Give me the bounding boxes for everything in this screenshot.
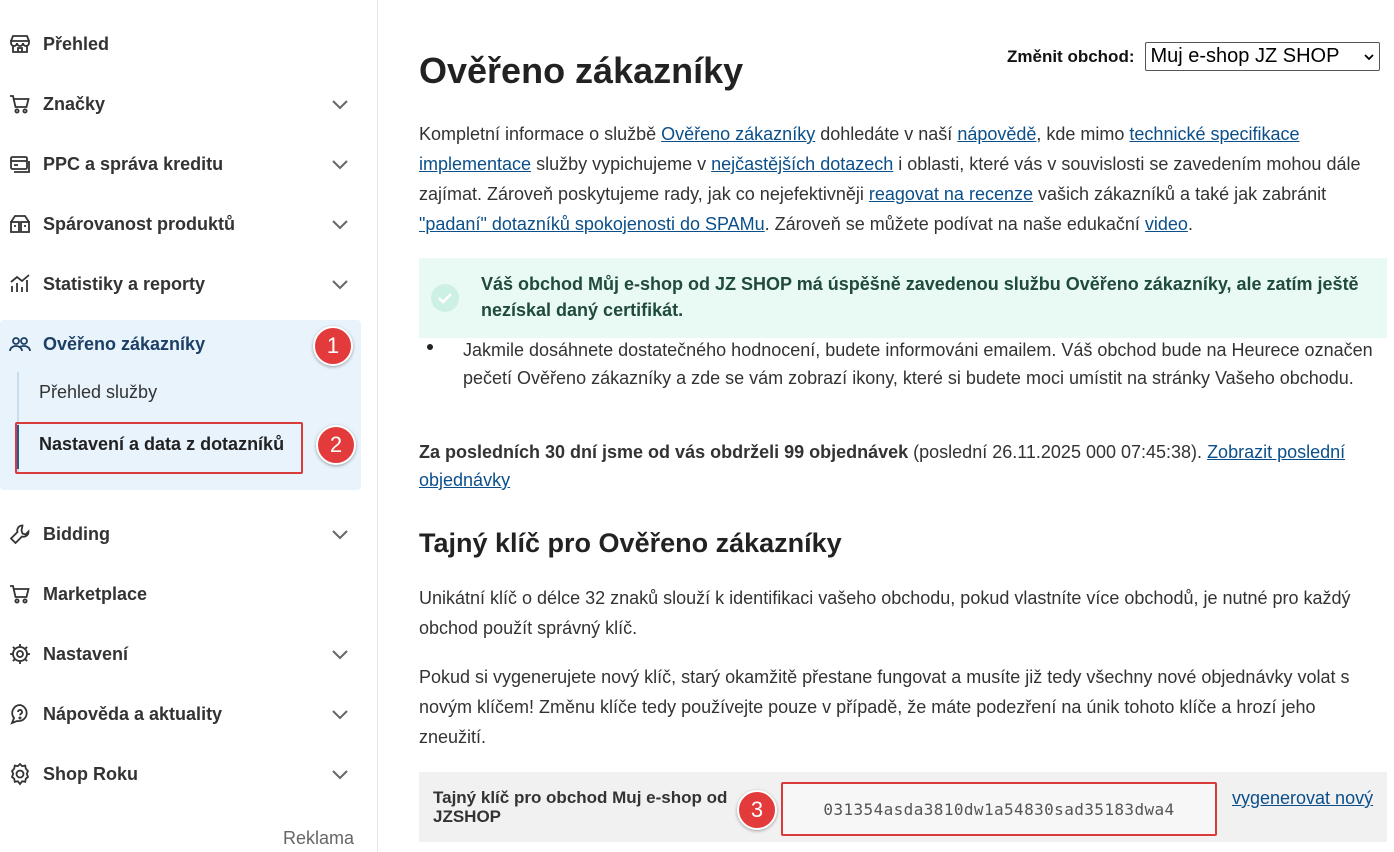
intro-text: . Zároveň se můžete podívat na naše eduk… xyxy=(764,214,1145,234)
sidebar-item-bidding[interactable]: Bidding xyxy=(0,504,362,564)
secret-key-row: Tajný klíč pro obchod Muj e-shop od JZSH… xyxy=(419,772,1387,842)
sidebar-item-overeno[interactable]: Ověřeno zákazníky xyxy=(0,314,362,374)
sidebar-item-label: Značky xyxy=(43,93,106,114)
intro-text: dohledáte v naší xyxy=(815,124,958,144)
intro-text: . xyxy=(1187,214,1193,234)
info-bullet-text: Jakmile dosáhnete dostatečného hodnocení… xyxy=(463,340,1373,388)
intro-text: služby vypichujeme v xyxy=(531,154,712,174)
sidebar-item-shop-roku[interactable]: Shop Roku xyxy=(0,744,362,804)
sidebar-item-znacky[interactable]: Značky xyxy=(0,74,362,134)
success-alert: Váš obchod Můj e-shop od JZ SHOP má úspě… xyxy=(419,258,1387,338)
link-nejcastejsi-dotazy[interactable]: nejčastějších dotazech xyxy=(711,154,893,174)
chevron-down-icon xyxy=(332,160,348,170)
sidebar-item-sparovanost[interactable]: Spárovanost produktů xyxy=(0,194,362,254)
sidebar: Přehled Značky PPC a správa kreditu Spár… xyxy=(0,0,378,852)
award-icon xyxy=(10,762,30,786)
secret-key-label: Tajný klíč pro obchod Muj e-shop od JZSH… xyxy=(433,788,728,826)
chart-icon xyxy=(10,274,30,292)
link-napoveda[interactable]: nápovědě xyxy=(957,124,1036,144)
annotation-badge: 1 xyxy=(313,326,353,366)
wrench-icon xyxy=(9,524,30,545)
orders-last-date: (poslední 26.11.2025 000 07:45:38). xyxy=(908,442,1208,462)
chevron-down-icon xyxy=(1364,53,1375,60)
secret-key-field[interactable]: 031354asda3810dw1a54830sad35183dwa4 xyxy=(781,782,1217,836)
sidebar-item-marketplace[interactable]: Marketplace xyxy=(0,564,362,624)
success-message: Váš obchod Můj e-shop od JZ SHOP má úspě… xyxy=(481,274,1359,320)
sidebar-item-label: Marketplace xyxy=(43,583,148,604)
chevron-down-icon xyxy=(332,650,348,660)
annotation-box xyxy=(15,422,303,474)
sidebar-item-label: PPC a správa kreditu xyxy=(43,153,224,174)
chevron-down-icon xyxy=(332,710,348,720)
chevron-down-icon xyxy=(332,770,348,780)
chevron-down-icon xyxy=(332,100,348,110)
chevron-down-icon xyxy=(332,530,348,540)
orders-info: Za posledních 30 dní jsme od vás obdržel… xyxy=(419,438,1387,494)
chevron-down-icon xyxy=(332,220,348,230)
sidebar-subitem-prehled-sluzby[interactable]: Přehled služby xyxy=(39,382,157,403)
sidebar-item-statistiky[interactable]: Statistiky a reporty xyxy=(0,254,362,314)
annotation-badge: 2 xyxy=(316,425,356,465)
sidebar-item-label: Spárovanost produktů xyxy=(43,213,236,234)
secret-key-warning: Pokud si vygenerujete nový klíč, starý o… xyxy=(419,667,1350,747)
link-overeno-zakazniky[interactable]: Ověřeno zákazníky xyxy=(661,124,815,144)
sidebar-item-label: Bidding xyxy=(43,523,110,544)
check-circle-icon xyxy=(431,284,459,312)
credit-card-icon xyxy=(10,156,30,173)
sidebar-item-label: Nastavení xyxy=(43,643,129,664)
intro-text: Kompletní informace o službě xyxy=(419,124,662,144)
gear-icon xyxy=(10,644,30,664)
store-icon xyxy=(10,35,30,53)
regenerate-key-link[interactable]: vygenerovat nový xyxy=(1232,788,1373,808)
store-switcher-label: Změnit obchod: xyxy=(1007,46,1135,66)
store-select-value: Muj e-shop JZ SHOP xyxy=(1150,45,1340,67)
ad-label: Reklama xyxy=(283,828,355,848)
cart-icon xyxy=(10,95,30,114)
chevron-down-icon xyxy=(332,280,348,290)
store-switcher: Změnit obchod: Muj e-shop JZ SHOP xyxy=(1007,42,1381,71)
bullet-dot xyxy=(427,344,433,350)
page-title: Ověřeno zákazníky xyxy=(419,50,744,91)
sidebar-item-napoveda[interactable]: Nápověda a aktuality xyxy=(0,684,362,744)
secret-key-heading: Tajný klíč pro Ověřeno zákazníky xyxy=(419,528,842,558)
link-padani-do-spamu[interactable]: "padaní" dotazníků spokojenosti do SPAMu xyxy=(419,214,765,234)
intro-paragraph: Kompletní informace o službě Ověřeno zák… xyxy=(419,119,1387,239)
sidebar-item-label: Přehled xyxy=(43,33,110,54)
intro-text: , kde mimo xyxy=(1036,124,1130,144)
sidebar-item-label: Statistiky a reporty xyxy=(43,273,206,294)
sidebar-item-label: Ověřeno zákazníky xyxy=(43,333,206,354)
sidebar-item-label: Shop Roku xyxy=(43,763,138,784)
users-icon xyxy=(9,337,31,352)
link-video[interactable]: video xyxy=(1145,214,1188,234)
sidebar-item-label: Nápověda a aktuality xyxy=(43,703,223,724)
annotation-badge: 3 xyxy=(737,790,777,830)
sidebar-item-prehled[interactable]: Přehled xyxy=(0,14,362,74)
intro-text: vašich zákazníků a také jak zabránit xyxy=(1032,184,1327,204)
orders-count-text: Za posledních 30 dní jsme od vás obdržel… xyxy=(419,442,909,462)
cart-icon xyxy=(10,585,30,604)
sidebar-item-ppc[interactable]: PPC a správa kreditu xyxy=(0,134,362,194)
store-select[interactable]: Muj e-shop JZ SHOP xyxy=(1145,42,1381,71)
help-icon xyxy=(10,704,28,725)
products-icon xyxy=(10,215,30,233)
secret-key-description: Unikátní klíč o délce 32 znaků slouží k … xyxy=(419,588,1351,638)
sidebar-item-nastaveni[interactable]: Nastavení xyxy=(0,624,362,684)
link-reagovat-na-recenze[interactable]: reagovat na recenze xyxy=(869,184,1033,204)
